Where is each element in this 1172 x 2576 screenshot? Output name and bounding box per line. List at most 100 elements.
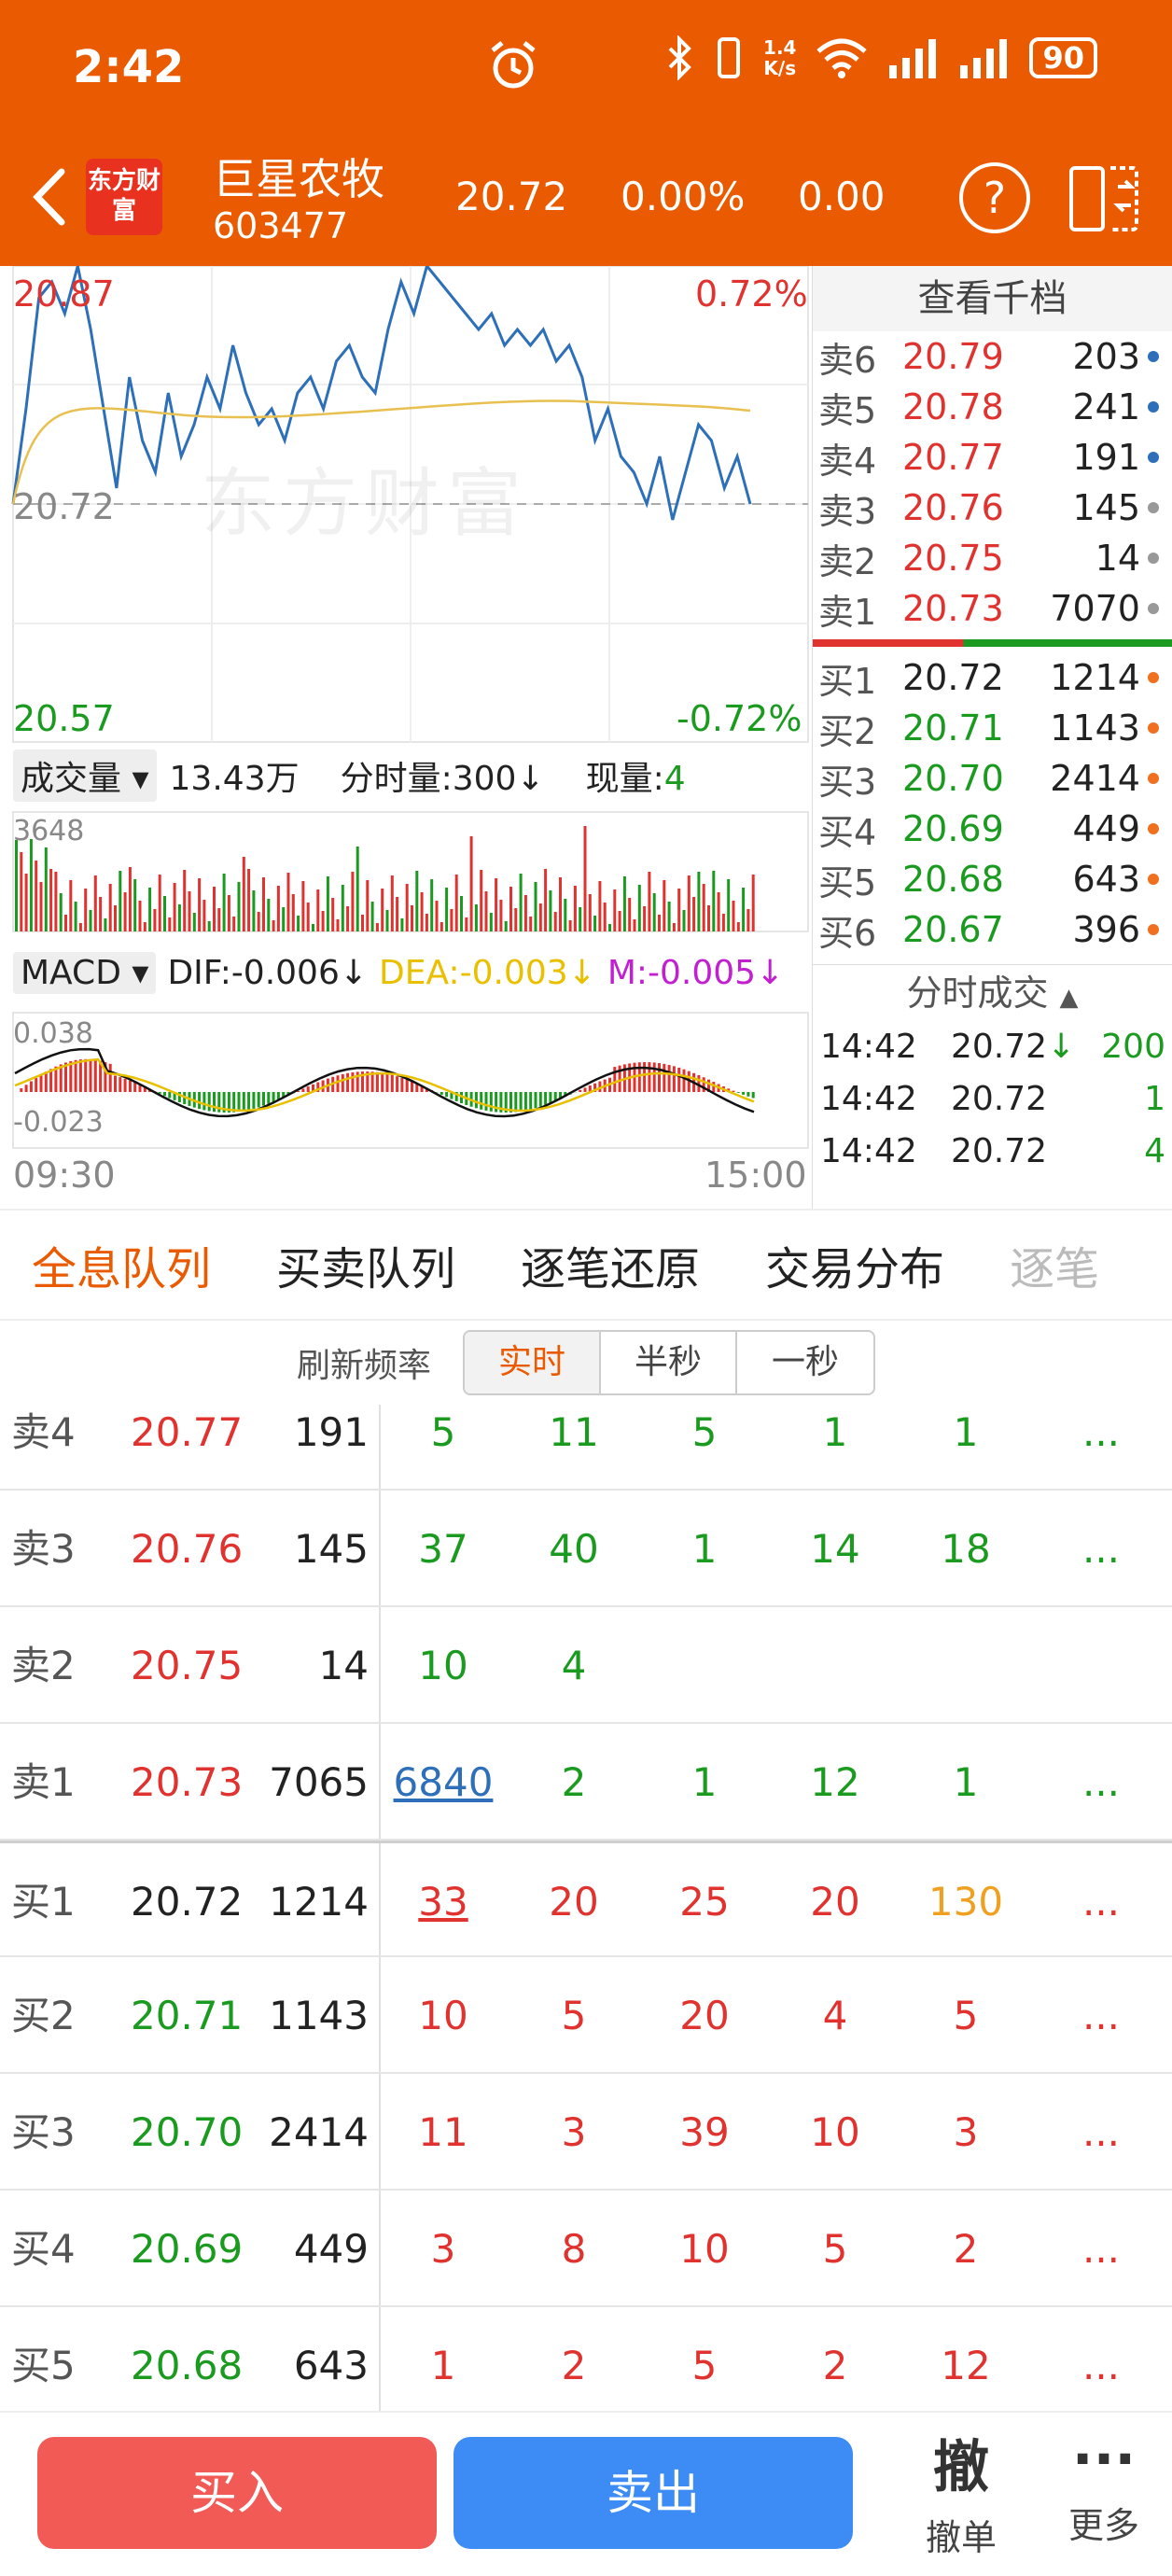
- queue-order[interactable]: 4: [770, 1957, 900, 2074]
- queue-order[interactable]: 5: [770, 2191, 900, 2307]
- ask-level[interactable]: 卖6 20.79 203: [813, 331, 1172, 382]
- switch-stock-icon[interactable]: [1066, 159, 1144, 237]
- refresh-one-second[interactable]: 一秒: [737, 1332, 873, 1393]
- bid-level[interactable]: 买2 20.71 1143: [813, 703, 1172, 753]
- tab-bid-ask-queue[interactable]: 买卖队列: [276, 1232, 455, 1297]
- app-logo: 东方财富: [86, 159, 162, 235]
- queue-row[interactable]: 卖1 20.73 7065 6840 2 1 12 1...: [0, 1724, 1172, 1841]
- queue-order[interactable]: 33: [378, 1843, 509, 1960]
- level-label: 买5: [818, 861, 877, 903]
- queue-order[interactable]: 20: [770, 1843, 900, 1960]
- queue-more[interactable]: ...: [1064, 1843, 1138, 1960]
- queue-order[interactable]: 1: [378, 2307, 509, 2411]
- queue-order[interactable]: 1: [639, 1491, 770, 1607]
- tab-tick[interactable]: 逐笔: [1010, 1232, 1099, 1297]
- queue-order[interactable]: 40: [509, 1491, 639, 1607]
- queue-row[interactable]: 买1 20.72 1214 33 20 25 20 130...: [0, 1841, 1172, 1957]
- queue-order[interactable]: 5: [900, 1957, 1031, 2074]
- queue-more[interactable]: ...: [1064, 1724, 1138, 1841]
- queue-order[interactable]: 10: [770, 2074, 900, 2191]
- queue-order[interactable]: 5: [378, 1405, 509, 1461]
- queue-order[interactable]: 10: [378, 1957, 509, 2074]
- macd-bar: [163, 1092, 166, 1097]
- queue-order[interactable]: 2: [509, 1724, 639, 1841]
- queue-order[interactable]: 5: [509, 1957, 639, 2074]
- queue-order[interactable]: 1: [770, 1405, 900, 1461]
- tab-full-queue[interactable]: 全息队列: [32, 1232, 211, 1297]
- queue-order[interactable]: 1: [900, 1405, 1031, 1461]
- help-icon[interactable]: ?: [959, 162, 1030, 233]
- queue-order[interactable]: 2: [900, 2191, 1031, 2307]
- queue-row[interactable]: 卖2 20.75 14 10 4: [0, 1607, 1172, 1724]
- ask-level[interactable]: 卖4 20.77 191: [813, 432, 1172, 483]
- ask-level[interactable]: 卖2 20.75 14: [813, 533, 1172, 583]
- queue-row[interactable]: 买2 20.71 1143 10 5 20 4 5...: [0, 1957, 1172, 2074]
- volume-selector[interactable]: 成交量 ▾: [13, 749, 157, 802]
- refresh-half-second[interactable]: 半秒: [601, 1332, 737, 1393]
- bid-level[interactable]: 买4 20.69 449: [813, 804, 1172, 854]
- queue-order[interactable]: 18: [900, 1491, 1031, 1607]
- bid-level[interactable]: 买720.66234: [813, 955, 1172, 964]
- bid-level[interactable]: 买5 20.68 643: [813, 854, 1172, 904]
- queue-order[interactable]: 5: [639, 1405, 770, 1461]
- buy-button[interactable]: 买入: [37, 2437, 437, 2549]
- queue-more[interactable]: ...: [1064, 2307, 1138, 2411]
- intraday-chart[interactable]: 东方财富 20.87 0.72% 20.72 20.57 -0.72% 成交量 …: [0, 266, 812, 1209]
- queue-order[interactable]: 39: [639, 2074, 770, 2191]
- queue-more[interactable]: ...: [1064, 1957, 1138, 2074]
- queue-order[interactable]: 8: [509, 2191, 639, 2307]
- queue-order[interactable]: 5: [639, 2307, 770, 2411]
- back-arrow-icon[interactable]: [26, 164, 73, 230]
- queue-row[interactable]: 买4 20.69 449 3 8 10 5 2...: [0, 2191, 1172, 2307]
- queue-more[interactable]: ...: [1064, 2191, 1138, 2307]
- queue-row[interactable]: 买3 20.70 2414 11 3 39 10 3...: [0, 2074, 1172, 2191]
- queue-order[interactable]: 3: [378, 2191, 509, 2307]
- tab-tick-replay[interactable]: 逐笔还原: [521, 1232, 700, 1297]
- queue-order[interactable]: 2: [509, 2307, 639, 2411]
- queue-more[interactable]: ...: [1064, 1405, 1138, 1461]
- queue-order[interactable]: 130: [900, 1843, 1031, 1960]
- macd-selector[interactable]: MACD ▾: [13, 952, 157, 994]
- ask-level[interactable]: 卖3 20.76 145: [813, 483, 1172, 533]
- ask-level[interactable]: 卖5 20.78 241: [813, 382, 1172, 432]
- queue-order[interactable]: 11: [509, 1405, 639, 1461]
- queue-order[interactable]: 4: [509, 1607, 639, 1724]
- queue-row[interactable]: 卖4 20.77 191 5 11 5 1 1...: [0, 1405, 1172, 1491]
- level-dot: [1148, 722, 1159, 734]
- bid-level[interactable]: 买3 20.70 2414: [813, 753, 1172, 804]
- queue-row[interactable]: 买5 20.68 643 1 2 5 2 12...: [0, 2307, 1172, 2411]
- cancel-order-button[interactable]: 撤 撤单: [905, 2422, 1017, 2560]
- queue-order[interactable]: 37: [378, 1491, 509, 1607]
- queue-more[interactable]: ...: [1064, 1491, 1138, 1607]
- queue-order[interactable]: 25: [639, 1843, 770, 1960]
- more-button[interactable]: ··· 更多: [1053, 2422, 1155, 2548]
- queue-order[interactable]: 11: [378, 2074, 509, 2191]
- queue-order[interactable]: 10: [378, 1607, 509, 1724]
- stock-name[interactable]: 巨星农牧: [213, 146, 384, 207]
- queue-order[interactable]: 3: [509, 2074, 639, 2191]
- refresh-realtime[interactable]: 实时: [465, 1332, 601, 1393]
- ask-level[interactable]: 卖1 20.73 7070: [813, 583, 1172, 634]
- queue-order[interactable]: 20: [639, 1957, 770, 2074]
- macd-bar: [534, 1092, 537, 1109]
- queue-order[interactable]: 20: [509, 1843, 639, 1960]
- queue-order[interactable]: 12: [770, 1724, 900, 1841]
- queue-order[interactable]: 6840: [378, 1724, 509, 1841]
- queue-order[interactable]: 1: [900, 1724, 1031, 1841]
- sell-button[interactable]: 卖出: [453, 2437, 853, 2549]
- tab-trade-distribution[interactable]: 交易分布: [765, 1232, 944, 1297]
- bid-level[interactable]: 买1 20.72 1214: [813, 652, 1172, 703]
- queue-order[interactable]: 3: [900, 2074, 1031, 2191]
- queue-order[interactable]: 14: [770, 1491, 900, 1607]
- queue-more[interactable]: ...: [1064, 2074, 1138, 2191]
- queue-order[interactable]: 2: [770, 2307, 900, 2411]
- queue-order[interactable]: 10: [639, 2191, 770, 2307]
- trades-header[interactable]: 分时成交 ▲: [813, 964, 1172, 1020]
- queue-row[interactable]: 卖3 20.76 145 37 40 1 14 18...: [0, 1491, 1172, 1607]
- bid-level[interactable]: 买6 20.67 396: [813, 904, 1172, 955]
- view-depth-button[interactable]: 查看千档: [813, 266, 1172, 331]
- queue-order[interactable]: 12: [900, 2307, 1031, 2411]
- queue-table[interactable]: 卖4 20.77 191 5 11 5 1 1... 卖3 20.76 145 37 40 1 14 18..…: [0, 1405, 1172, 2411]
- level-volume: 396: [1072, 909, 1140, 950]
- queue-order[interactable]: 1: [639, 1724, 770, 1841]
